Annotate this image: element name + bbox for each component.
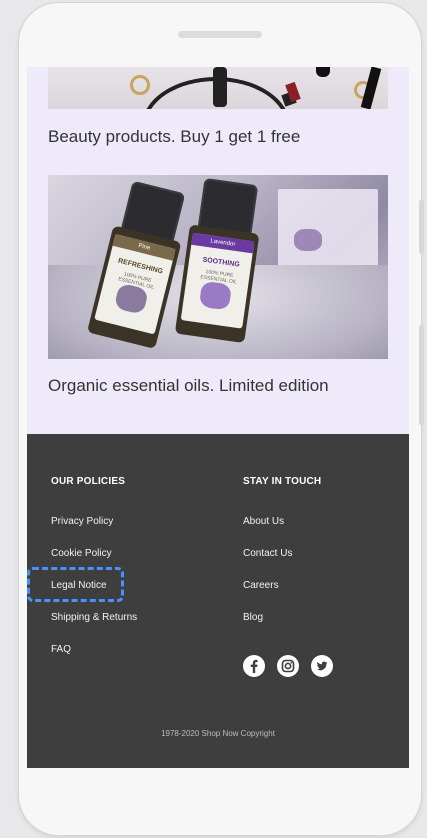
about-us-link[interactable]: About Us xyxy=(243,516,284,527)
essential-oils-image[interactable]: Pine REFRESHING 100% PURE ESSENTIAL OIL … xyxy=(48,175,388,359)
contact-us-link[interactable]: Contact Us xyxy=(243,548,292,559)
cookie-policy-link[interactable]: Cookie Policy xyxy=(51,548,112,559)
social-links xyxy=(243,655,333,677)
policies-title: OUR POLICIES xyxy=(51,476,126,487)
power-button xyxy=(419,325,424,425)
site-footer: OUR POLICIES Privacy Policy Cookie Polic… xyxy=(27,434,409,768)
twitter-icon[interactable] xyxy=(311,655,333,677)
oil-box-shape xyxy=(278,189,378,275)
beauty-products-image[interactable] xyxy=(48,67,388,109)
instagram-icon[interactable] xyxy=(277,655,299,677)
volume-button xyxy=(419,200,424,254)
phone-frame: Beauty products. Buy 1 get 1 free Pine R… xyxy=(19,3,421,835)
grapes-shape xyxy=(294,229,322,251)
faq-link[interactable]: FAQ xyxy=(51,644,71,655)
privacy-policy-link[interactable]: Privacy Policy xyxy=(51,516,113,527)
compact-shape xyxy=(316,67,330,77)
copyright-text: 1978-2020 Shop Now Copyright xyxy=(161,729,275,738)
phone-speaker xyxy=(178,31,262,38)
stay-in-touch-title: STAY IN TOUCH xyxy=(243,476,322,487)
essential-oils-caption[interactable]: Organic essential oils. Limited edition xyxy=(48,376,329,396)
beauty-products-caption[interactable]: Beauty products. Buy 1 get 1 free xyxy=(48,127,300,147)
legal-notice-link[interactable]: Legal Notice xyxy=(51,580,107,591)
brush-shape xyxy=(213,67,227,107)
screen[interactable]: Beauty products. Buy 1 get 1 free Pine R… xyxy=(27,67,409,768)
ring-shape xyxy=(130,75,150,95)
blog-link[interactable]: Blog xyxy=(243,612,263,623)
shipping-returns-link[interactable]: Shipping & Returns xyxy=(51,612,137,623)
careers-link[interactable]: Careers xyxy=(243,580,279,591)
facebook-icon[interactable] xyxy=(243,655,265,677)
